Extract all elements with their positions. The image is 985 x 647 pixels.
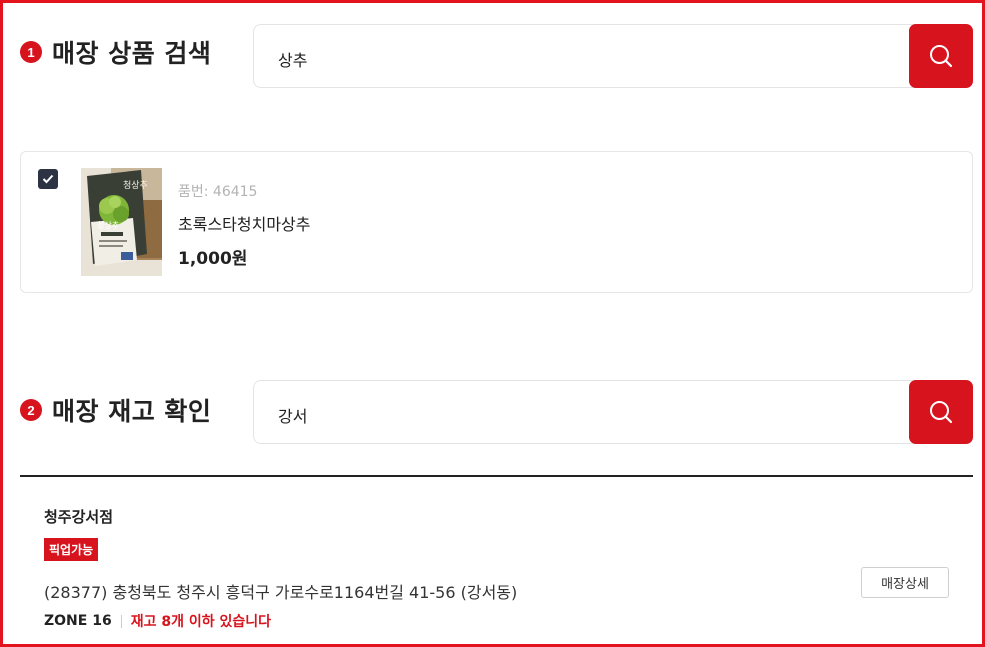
search-icon: [930, 45, 953, 68]
product-select-checkbox[interactable]: [38, 169, 58, 189]
step-number-badge: 1: [20, 41, 42, 63]
stock-status: 재고 8개 이하 있습니다: [130, 614, 271, 630]
product-search-value: 상추: [278, 51, 308, 70]
check-icon: [42, 174, 54, 184]
store-search-button[interactable]: [909, 380, 973, 444]
screenshot-frame: [0, 0, 985, 647]
results-divider: [20, 475, 973, 477]
store-search-input[interactable]: 강서: [253, 380, 973, 444]
store-search-value: 강서: [278, 407, 308, 426]
product-search-input[interactable]: 상추: [253, 24, 973, 88]
section-title-product-search: 1 매장 상품 검색: [20, 34, 211, 70]
section-title-text: 매장 재고 확인: [52, 397, 212, 426]
store-zone: ZONE 16: [44, 613, 112, 629]
product-result-card[interactable]: 청상추 청상추 품번: 46415 초록스타청치마상추 1,000원: [20, 151, 973, 293]
store-zone-stock: ZONE 16 재고 8개 이하 있습니다: [44, 611, 271, 631]
step-number-badge: 2: [20, 399, 42, 421]
section-title-text: 매장 상품 검색: [52, 39, 212, 68]
search-icon: [930, 401, 953, 424]
lettuce-package-image: 청상추 청상추: [81, 168, 162, 276]
pickup-available-badge: 픽업가능: [44, 538, 99, 561]
store-address: (28377) 충청북도 청주시 흥덕구 가로수로1164번길 41-56 (강…: [44, 583, 518, 602]
store-detail-button[interactable]: 매장상세: [861, 567, 949, 598]
product-price: 1,000원: [178, 249, 248, 269]
store-name: 청주강서점: [44, 508, 114, 526]
section-title-stock-check: 2 매장 재고 확인: [20, 392, 211, 428]
zone-separator: [120, 614, 122, 628]
thumb-label-bottom: 청상추: [97, 220, 119, 230]
thumb-label-top: 청상추: [123, 180, 148, 191]
product-thumbnail: 청상추 청상추: [81, 168, 162, 276]
product-name: 초록스타청치마상추: [178, 215, 311, 234]
product-search-button[interactable]: [909, 24, 973, 88]
product-sku: 품번: 46415: [178, 184, 258, 200]
